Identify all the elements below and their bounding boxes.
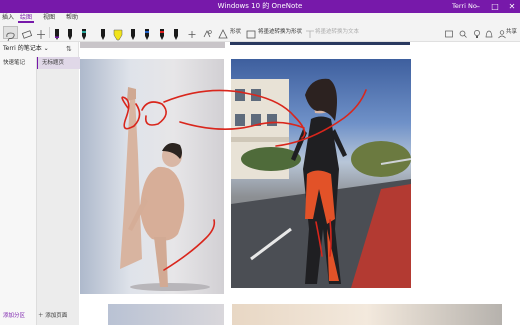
ink-to-shape-button[interactable]: 将墨迹转换为形状 [258,28,302,36]
pen-blue-icon[interactable] [142,26,152,40]
notebook-title[interactable]: Terri 的笔记本 ⌄ [3,45,49,53]
pen-black-icon[interactable] [98,26,108,40]
lasso-select-icon[interactable] [3,26,18,42]
add-pen-icon[interactable] [186,26,198,39]
window-title: Windows 10 的 OneNote [217,2,303,10]
ink-drawing[interactable] [80,42,520,325]
page-canvas[interactable] [80,42,520,325]
shape-label[interactable]: 形状 [230,28,241,36]
add-page-button[interactable]: ＋ 添加页面 [38,312,67,320]
page-list: 无标题页 [36,57,80,325]
draw-toolbar: 形状 将墨迹转换为形状 将墨迹转换为文本 共享 [0,23,520,42]
highlighter-yellow-icon[interactable] [112,26,124,41]
eraser-icon[interactable] [21,26,33,39]
share-button[interactable]: 共享 [506,28,517,36]
ribbon-tabs: 插入 绘图 视图 帮助 [0,13,520,23]
lightbulb-icon[interactable] [472,26,482,39]
pen-black-icon[interactable] [128,26,138,40]
search-icon[interactable] [458,26,468,39]
sort-icon[interactable]: ⇅ [66,45,72,53]
navigation-pane: Terri 的笔记本 ⌄ ⇅ 快速笔记 无标题页 添加分区 ＋ 添加页面 [0,42,80,325]
minimize-icon[interactable]: – [470,0,486,13]
add-space-icon[interactable] [35,26,47,39]
toolbar-divider [49,27,50,38]
tab-view[interactable]: 视图 [43,14,55,22]
section-item-quick-notes[interactable]: 快速笔记 [0,57,36,69]
pen-black-icon[interactable] [65,26,75,40]
close-icon[interactable]: ✕ [504,0,520,13]
title-bar: Windows 10 的 OneNote Terri No – □ ✕ [0,0,520,13]
tab-insert[interactable]: 插入 [2,14,14,22]
pen-red-icon[interactable] [157,26,167,40]
add-section-button[interactable]: 添加分区 [3,312,25,320]
ink-to-text-button: 将墨迹转换为文本 [315,29,360,35]
pen-teal-icon[interactable] [79,26,89,40]
convert-shape-icon[interactable] [245,26,257,39]
pen-black-icon[interactable] [171,26,181,40]
maximize-icon[interactable]: □ [487,0,503,13]
ink-to-shape-icon[interactable] [217,26,229,39]
pen-black-icon[interactable] [52,26,62,40]
bell-icon[interactable] [484,26,494,39]
notifications-icon[interactable] [444,26,454,39]
ink-replay-icon[interactable] [201,26,213,39]
page-item-untitled[interactable]: 无标题页 [37,57,80,69]
tab-help[interactable]: 帮助 [66,14,78,22]
